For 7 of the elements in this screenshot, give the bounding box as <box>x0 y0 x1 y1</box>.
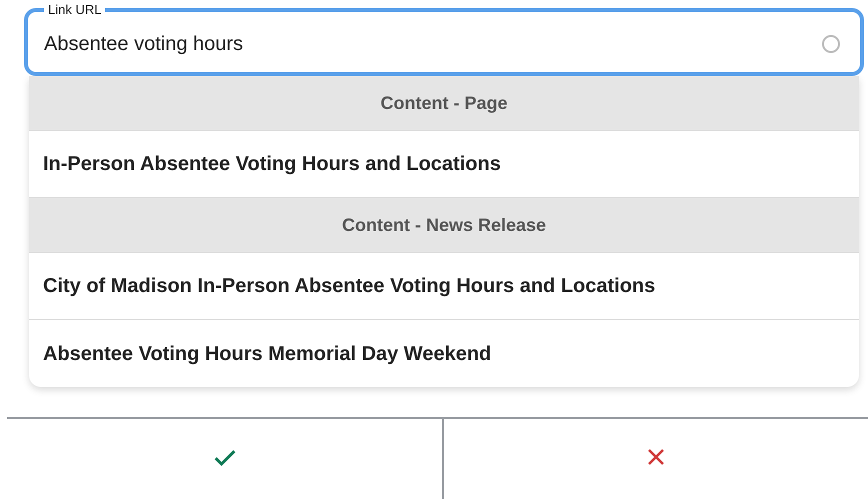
search-input[interactable]: Absentee voting hours <box>44 29 822 59</box>
result-item[interactable]: City of Madison In-Person Absentee Voting Hours and Locations <box>29 253 859 320</box>
group-header: Content - News Release <box>29 198 859 253</box>
group-header: Content - Page <box>29 76 859 131</box>
result-item[interactable]: Absentee Voting Hours Memorial Day Weekend <box>29 320 859 387</box>
field-label: Link URL <box>44 3 106 17</box>
loading-icon <box>822 35 840 53</box>
